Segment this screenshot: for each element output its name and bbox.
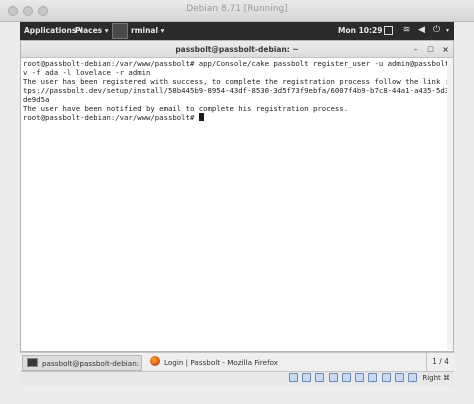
bottom-taskbar: passbolt@passbolt-debian: Login | Passbo… [20,352,454,372]
maximize-icon[interactable]: □ [424,43,437,56]
terminal-app-menu[interactable]: rminal ▾ [131,26,164,35]
terminal-line: The user has been registered with succes… [23,77,453,86]
terminal-line: de9d5a [23,95,50,104]
text-cursor [198,113,204,121]
taskbar-item-firefox[interactable]: Login | Passbolt - Mozilla Firefox [146,355,296,371]
cpu-icon[interactable] [394,373,404,382]
places-menu[interactable]: Places ▾ [75,26,109,35]
volume-icon[interactable]: ◀ [416,25,427,36]
terminal-prompt-line: root@passbolt-debian:/var/www/passbolt# [23,113,452,122]
usb-icon[interactable] [341,373,351,382]
shared-folders-icon[interactable] [355,373,365,382]
network-adapter-icon[interactable] [328,373,338,382]
virtualbox-status-bar: Right ⌘ [20,372,454,386]
terminal-header: passbolt@passbolt-debian: ~ – □ × [21,41,453,58]
terminal-window: passbolt@passbolt-debian: ~ – □ × root@p… [20,40,454,352]
hard-disk-icon[interactable] [288,373,298,382]
vm-title: Debian 8.71 [Running] [186,4,288,14]
taskbar-label: passbolt@passbolt-debian: [42,359,140,368]
chevron-down-icon[interactable]: ▾ [442,25,453,36]
display-icon[interactable] [368,373,378,382]
terminal-output[interactable]: root@passbolt-debian:/var/www/passbolt# … [21,58,453,350]
network-icon[interactable]: ≋ [401,25,412,36]
taskbar-label: Login | Passbolt - Mozilla Firefox [164,358,279,367]
terminal-prompt: root@passbolt-debian:/var/www/passbolt# [23,113,199,122]
optical-drive-icon[interactable] [302,373,312,382]
taskbar-item-terminal[interactable]: passbolt@passbolt-debian: [22,355,142,371]
terminal-line: The user have been notified by email to … [23,104,349,113]
clock[interactable]: Mon 10:29 [338,26,382,35]
vm-titlebar: Debian 8.71 [Running] [0,0,474,22]
audio-icon[interactable] [315,373,325,382]
virtualbox-window: Debian 8.71 [Running] Applications ▾ Pla… [0,0,474,404]
terminal-icon [27,358,38,367]
gnome-top-bar: Applications ▾ Places ▾ rminal ▾ Mon 10:… [20,22,454,40]
video-capture-icon[interactable] [381,373,391,382]
host-key-label: Right ⌘ [422,374,450,382]
mouse-integration-icon[interactable] [408,373,418,382]
terminal-title: passbolt@passbolt-debian: ~ [175,45,299,54]
terminal-task-icon[interactable] [112,23,128,39]
status-icons: Right ⌘ [287,373,450,385]
terminal-line: tps://passbolt.dev/setup/install/58b445b… [23,86,453,95]
firefox-icon [150,356,160,366]
terminal-line: v -f ada -l lovelace -r admin [23,68,151,77]
applications-menu[interactable]: Applications ▾ [24,26,83,35]
power-icon[interactable]: ⏻ [431,25,442,36]
terminal-line: root@passbolt-debian:/var/www/passbolt# … [23,59,453,68]
close-icon[interactable]: × [439,43,452,56]
terminal-scrollbar[interactable] [447,58,453,350]
minimize-icon[interactable]: – [409,43,422,56]
window-icon[interactable] [384,26,393,35]
workspace-pager[interactable]: 1 / 4 [426,353,454,371]
